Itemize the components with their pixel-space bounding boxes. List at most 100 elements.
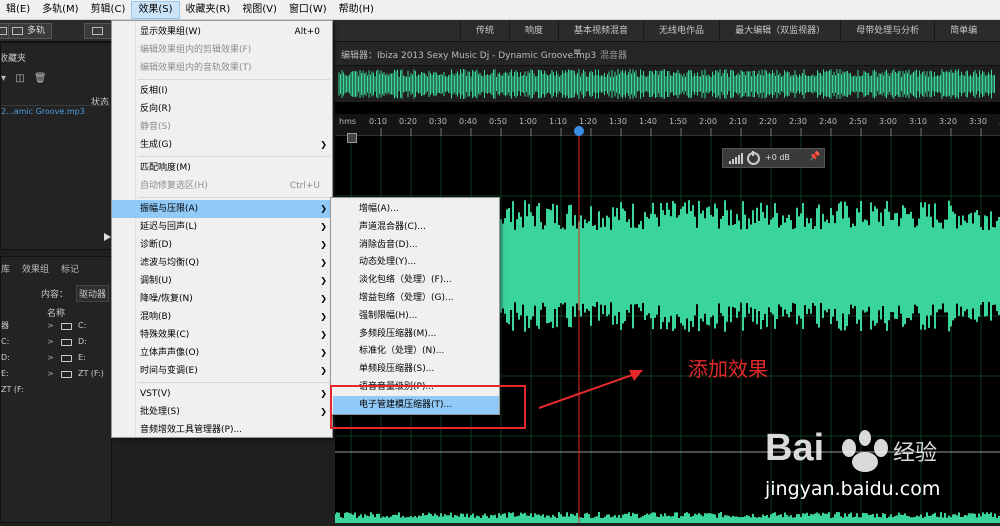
drive-name: C: — [78, 321, 87, 330]
ruler-tick-label: 1:40 — [639, 117, 657, 126]
playhead-handle-icon[interactable] — [574, 126, 584, 136]
time-ruler[interactable]: hms 0:10 0:20 0:30 0:40 0:50 1:00 1:10 1:20 1:30 1… — [335, 114, 1000, 136]
workspace-tab[interactable]: 基本视频混音 — [558, 20, 643, 42]
expand-icon[interactable]: > — [47, 366, 54, 382]
expand-icon[interactable]: > — [47, 318, 54, 334]
workspace-tab[interactable]: 最大编辑（双监视器） — [719, 20, 840, 42]
ruler-tick-label: 2:30 — [789, 117, 807, 126]
menu-item[interactable]: 收藏夹(R) — [180, 1, 237, 19]
workspace-tab[interactable]: 传统 — [460, 20, 509, 42]
menu-item-label: 延迟与回声(L) — [140, 222, 198, 232]
tab-markers[interactable]: 标记 — [55, 262, 85, 275]
workspace-tab[interactable]: 简单编 — [934, 20, 992, 42]
amplitude-submenu-item[interactable]: 标准化（处理）(N)... — [333, 342, 499, 360]
zoom-corner-icon[interactable] — [347, 133, 357, 143]
amplitude-submenu-item[interactable]: 声道混合器(C)... — [333, 218, 499, 236]
effects-menu-item[interactable]: 匹配响度(M) — [112, 159, 332, 177]
effects-menu-item[interactable]: VST(V) ❯ — [112, 385, 332, 403]
effects-menu-item[interactable]: 显示效果组(W) Alt+0 — [112, 23, 332, 41]
workspace-tab[interactable]: 母带处理与分析 — [840, 20, 934, 42]
file-name: 2...amic Groove.mp3 — [1, 107, 85, 116]
volume-value: +0 dB — [765, 153, 790, 162]
content-dropdown[interactable]: 驱动器 — [76, 285, 110, 302]
workspace-tab[interactable]: 响度 — [509, 20, 558, 42]
waveform-overview[interactable] — [335, 66, 1000, 102]
menu-item-label: 音频增效工具管理器(P)... — [140, 425, 243, 435]
level-bars-icon — [729, 153, 743, 164]
editor-title: 编辑器：Ibiza 2013 Sexy Music Dj - Dynamic G… — [341, 51, 597, 61]
folder-open-icon[interactable]: ◫ — [15, 73, 24, 84]
amplitude-submenu-item[interactable]: 动态处理(Y)... — [333, 253, 499, 271]
effects-menu-item[interactable]: 反相(I) — [112, 82, 332, 100]
tab-mixer[interactable]: 混音器 — [600, 48, 627, 61]
effects-menu-item[interactable]: 调制(U) ❯ — [112, 272, 332, 290]
menu-item[interactable]: 效果(S) — [131, 0, 180, 19]
menu-item[interactable]: 辑(E) — [0, 1, 36, 19]
drive-row[interactable]: C: > D: — [1, 334, 111, 350]
menu-item[interactable]: 剪辑(C) — [85, 1, 132, 19]
menu-item-label: 滤波与均衡(Q) — [140, 258, 200, 268]
effects-menu-item[interactable]: 特殊效果(C) ❯ — [112, 326, 332, 344]
ruler-tick-label: 1:30 — [609, 117, 627, 126]
effects-menu-item[interactable]: 滤波与均衡(Q) ❯ — [112, 254, 332, 272]
effects-menu: 显示效果组(W) Alt+0 编辑效果组内的剪辑效果(F) 编辑效果组内的音轨效果(T… — [111, 20, 333, 438]
content-label: 内容： — [41, 290, 69, 300]
baidu-jingyan-logo: Bai 经验 — [765, 427, 937, 472]
effects-menu-item[interactable]: 生成(G) ❯ — [112, 136, 332, 154]
effects-menu-item[interactable]: 时间与变调(E) ❯ — [112, 362, 332, 380]
multitrack-button[interactable]: 多轨 — [8, 23, 53, 39]
effects-menu-item[interactable]: 立体声声像(O) ❯ — [112, 344, 332, 362]
ruler-tick-label: 3:00 — [879, 117, 897, 126]
amplitude-submenu-item[interactable]: 增益包络（处理）(G)... — [333, 289, 499, 307]
volume-knob-icon[interactable] — [747, 151, 760, 165]
amplitude-submenu-item[interactable]: 淡化包络（处理）(F)... — [333, 271, 499, 289]
menu-shortcut: Ctrl+U — [289, 181, 320, 191]
ruler-tick-label: 2:40 — [819, 117, 837, 126]
trash-icon[interactable]: 🗑 — [34, 73, 47, 84]
tab-effects-rack[interactable]: 效果组 — [16, 262, 55, 275]
amplitude-submenu-item[interactable]: 多频段压缩器(M)... — [333, 325, 499, 343]
effects-menu-item[interactable]: 降噪/恢复(N) ❯ — [112, 290, 332, 308]
expand-icon[interactable]: > — [47, 350, 54, 366]
pin-icon[interactable]: 📌 — [809, 152, 820, 162]
amplitude-submenu-item[interactable]: 增幅(A)... — [333, 200, 499, 218]
panel-menu-icon[interactable]: ≡ — [573, 47, 581, 58]
ruler-tick-label: 1:10 — [549, 117, 567, 126]
volume-hud[interactable]: +0 dB 📌 — [722, 148, 825, 168]
dropdown-icon[interactable]: ▾ — [1, 73, 6, 84]
effects-menu-item[interactable]: 音频增效工具管理器(P)... — [112, 421, 332, 439]
menu-item-label: 编辑效果组内的音轨效果(T) — [140, 63, 252, 73]
workspace-tab[interactable]: 无线电作品 — [643, 20, 719, 42]
file-list-item[interactable]: 2...amic Groove.mp3 — [1, 105, 111, 119]
drive-row[interactable]: 器 > C: — [1, 318, 111, 334]
drive-left-label: D: — [1, 353, 10, 362]
ruler-tick-label: 0:20 — [399, 117, 417, 126]
effects-menu-item[interactable]: 诊断(D) ❯ — [112, 236, 332, 254]
drive-row[interactable]: ZT (F: — [1, 382, 111, 398]
menu-item[interactable]: 帮助(H) — [333, 1, 380, 19]
multitrack-icon — [12, 27, 23, 35]
toolbar-view-button[interactable] — [84, 23, 112, 39]
submenu-arrow-icon: ❯ — [320, 407, 327, 416]
drive-left-label: E: — [1, 369, 9, 378]
effects-menu-item[interactable]: 反向(R) — [112, 100, 332, 118]
menu-item-label: 批处理(S) — [140, 407, 180, 417]
amplitude-submenu-item[interactable]: 消除齿音(D)... — [333, 236, 499, 254]
submenu-arrow-icon: ❯ — [320, 140, 327, 149]
tab-library[interactable]: 库 — [1, 262, 16, 275]
menu-item[interactable]: 窗口(W) — [283, 1, 333, 19]
drive-row[interactable]: E: > ZT (F:) — [1, 366, 111, 382]
drive-row[interactable]: D: > E: — [1, 350, 111, 366]
play-icon[interactable] — [104, 233, 111, 241]
effects-menu-item[interactable]: 批处理(S) ❯ — [112, 403, 332, 421]
expand-icon[interactable]: > — [47, 334, 54, 350]
menu-item[interactable]: 多轨(M) — [36, 1, 84, 19]
annotation-text: 添加效果 — [688, 357, 768, 381]
amplitude-submenu-item[interactable]: 单频段压缩器(S)... — [333, 360, 499, 378]
amplitude-submenu-item[interactable]: 强制限幅(H)... — [333, 307, 499, 325]
effects-menu-item[interactable]: 延迟与回声(L) ❯ — [112, 218, 332, 236]
effects-menu-item[interactable]: 振幅与压限(A) ❯ — [112, 200, 332, 218]
submenu-arrow-icon: ❯ — [320, 389, 327, 398]
menu-item[interactable]: 视图(V) — [236, 1, 283, 19]
effects-menu-item[interactable]: 混响(B) ❯ — [112, 308, 332, 326]
